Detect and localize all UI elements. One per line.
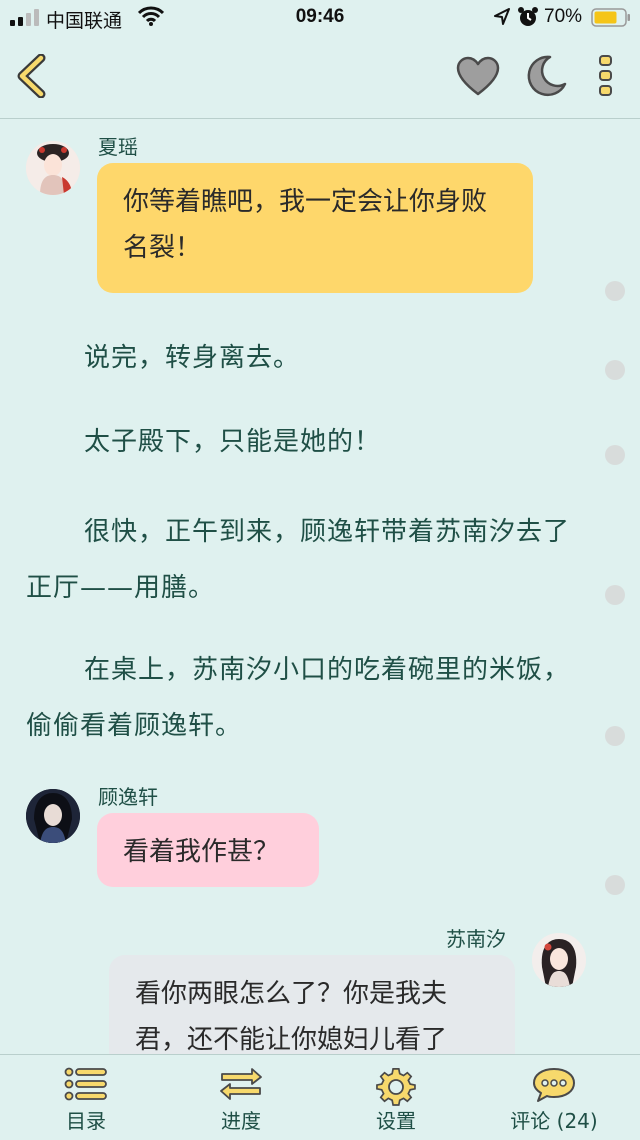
progress-button[interactable]: 进度 <box>181 1055 301 1140</box>
comment-bubble-icon <box>533 1068 575 1102</box>
paragraph-comment-dot[interactable] <box>605 726 625 746</box>
dialogue-text: 看着我作甚？ <box>123 837 280 867</box>
paragraph-comment-dot[interactable] <box>605 445 625 465</box>
settings-button[interactable]: 设置 <box>336 1055 456 1140</box>
avatar-sunanxi[interactable] <box>532 933 586 987</box>
dialogue-bubble: 看你两眼怎么了？你是我夫君，还不能让你媳妇儿看了 <box>109 955 515 1054</box>
toc-button[interactable]: 目录 <box>26 1055 146 1140</box>
reader-nav-bar <box>0 36 640 119</box>
heart-icon <box>456 56 500 96</box>
swap-arrows-icon <box>220 1068 262 1100</box>
avatar-guyixuan[interactable] <box>26 789 80 843</box>
battery-percent: 70% <box>544 6 583 27</box>
dialogue-text: 你等着瞧吧，我一定会让你身败名裂！ <box>123 187 488 263</box>
character-portrait-icon <box>532 933 586 987</box>
chapter-content[interactable]: 夏瑶 你等着瞧吧，我一定会让你身败名裂！ 说完，转身离去。 太子殿下，只能是她的… <box>0 119 640 1054</box>
progress-label: 进度 <box>221 1109 261 1133</box>
gear-icon <box>376 1068 416 1106</box>
paragraph-comment-dot[interactable] <box>605 875 625 895</box>
chevron-left-icon <box>17 53 46 99</box>
back-button[interactable] <box>14 53 50 99</box>
paragraph-comment-dot[interactable] <box>605 360 625 380</box>
favorite-button[interactable] <box>456 56 500 98</box>
paragraph-comment-dot[interactable] <box>605 585 625 605</box>
avatar-xiayao[interactable] <box>26 141 80 195</box>
bottom-toolbar: 目录 进度 设置 评论 (24) <box>0 1054 640 1140</box>
battery-icon <box>591 8 630 27</box>
alarm-clock-icon <box>518 7 538 26</box>
speaker-name: 苏南汐 <box>446 927 506 951</box>
paragraph-comment-dot[interactable] <box>605 281 625 301</box>
location-arrow-icon <box>494 8 510 25</box>
comments-label: 评论 (24) <box>510 1109 598 1133</box>
narration-paragraph: 很快，正午到来，顾逸轩带着苏南汐去了正厅——用膳。 <box>26 517 571 603</box>
settings-label: 设置 <box>376 1109 416 1133</box>
status-bar: 中国联通 09:46 70% <box>0 0 640 36</box>
character-portrait-icon <box>26 141 80 195</box>
character-portrait-icon <box>26 789 80 843</box>
list-icon <box>64 1067 107 1101</box>
night-mode-button[interactable] <box>524 54 568 98</box>
narration-paragraph: 说完，转身离去。 <box>84 343 301 373</box>
moon-icon <box>527 55 567 97</box>
speaker-name: 顾逸轩 <box>98 785 158 809</box>
more-vertical-icon <box>599 55 612 96</box>
more-options-button[interactable] <box>596 54 616 98</box>
narration-paragraph: 太子殿下，只能是她的！ <box>84 427 382 457</box>
narration-paragraph: 在桌上，苏南汐小口的吃着碗里的米饭，偷偷看着顾逸轩。 <box>26 655 571 741</box>
speaker-name: 夏瑶 <box>98 135 138 159</box>
dialogue-text: 看你两眼怎么了？你是我夫君，还不能让你媳妇儿看了 <box>135 979 448 1054</box>
dialogue-bubble: 你等着瞧吧，我一定会让你身败名裂！ <box>97 163 533 293</box>
dialogue-bubble: 看着我作甚？ <box>97 813 319 887</box>
toc-label: 目录 <box>66 1109 106 1133</box>
comments-button[interactable]: 评论 (24) <box>494 1055 614 1140</box>
